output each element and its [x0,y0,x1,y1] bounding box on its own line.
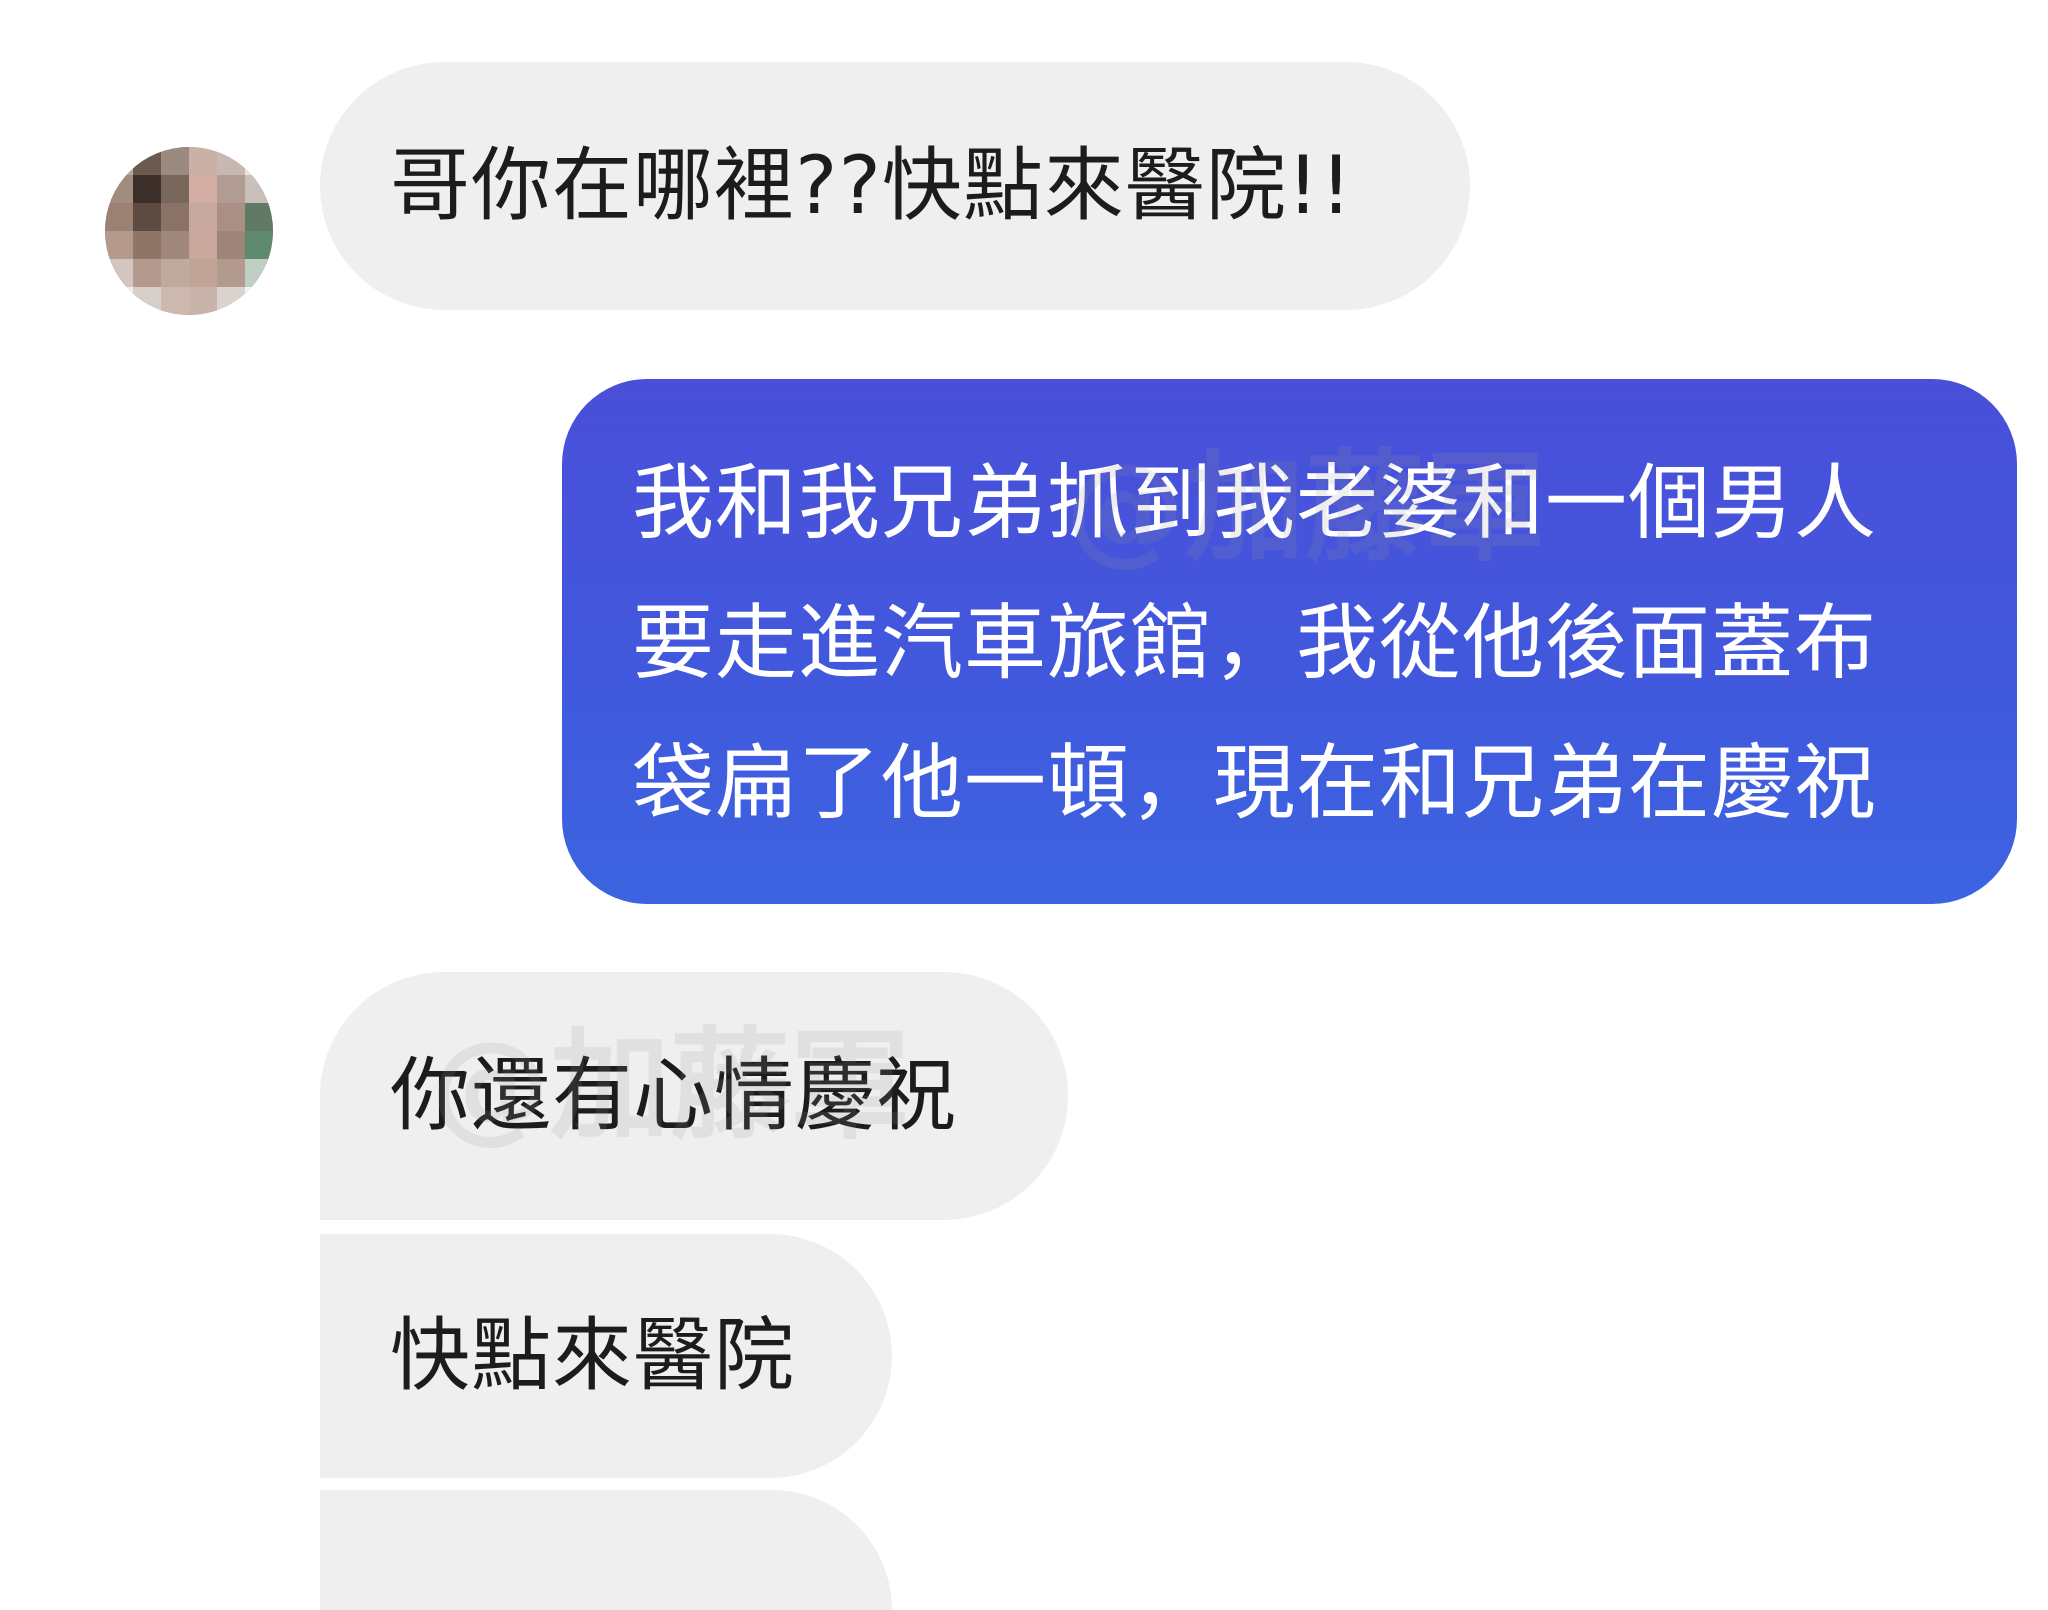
chat-thread: 哥你在哪裡??快點來醫院!! 我和我兄弟抓到我老婆和一個男人 要走進汽車旅館，我… [0,0,2048,1610]
avatar-pixel [217,147,245,175]
avatar-pixel [105,203,133,231]
avatar-pixel [217,259,245,287]
avatar-pixel [105,147,133,175]
avatar-pixel [245,203,273,231]
message-line: 我和我兄弟抓到我老婆和一個男人 [632,456,1878,551]
avatar-pixel [105,175,133,203]
message-bubble-incoming[interactable]: 快點來醫院 [320,1234,892,1478]
message-bubble-incoming[interactable]: 哥你在哪裡??快點來醫院!! [320,62,1470,310]
avatar-pixel [245,175,273,203]
message-text: 快點來醫院 [390,1309,795,1402]
avatar-pixel [133,231,161,259]
avatar-pixel [189,175,217,203]
avatar-pixel [105,287,133,315]
avatar-pixel [189,147,217,175]
avatar-pixel [133,259,161,287]
avatar-pixel [245,259,273,287]
avatar-pixel [161,203,189,231]
avatar-pixel [217,287,245,315]
avatar-pixel [105,259,133,287]
avatar-pixel [161,147,189,175]
avatar-pixel [245,287,273,315]
avatar-pixel [217,175,245,203]
avatar-pixel [189,287,217,315]
message-line: 袋扁了他一頓，現在和兄弟在慶祝 [632,736,1878,831]
contact-avatar[interactable] [105,147,273,315]
avatar-pixel [245,231,273,259]
avatar-pixel [217,203,245,231]
avatar-pixel [189,203,217,231]
avatar-pixel [133,203,161,231]
message-text: 你還有心情慶祝 [390,1049,957,1142]
avatar-pixel [189,259,217,287]
message-line: 要走進汽車旅館，我從他後面蓋布 [632,596,1878,691]
message-bubble-outgoing[interactable]: 我和我兄弟抓到我老婆和一個男人 要走進汽車旅館，我從他後面蓋布 袋扁了他一頓，現… [562,379,2017,904]
avatar-pixel [133,287,161,315]
avatar-pixel [133,147,161,175]
avatar-pixel [245,147,273,175]
avatar-pixel [161,259,189,287]
avatar-pixel [133,175,161,203]
message-bubble-incoming[interactable]: 你還有心情慶祝 [320,972,1068,1220]
avatar-pixel [189,231,217,259]
message-text: 哥你在哪裡??快點來醫院!! [390,139,1354,232]
avatar-pixel [161,231,189,259]
avatar-pixel [161,175,189,203]
avatar-pixel [161,287,189,315]
avatar-pixel [105,231,133,259]
message-bubble-incoming[interactable] [320,1490,892,1610]
avatar-pixel [217,231,245,259]
